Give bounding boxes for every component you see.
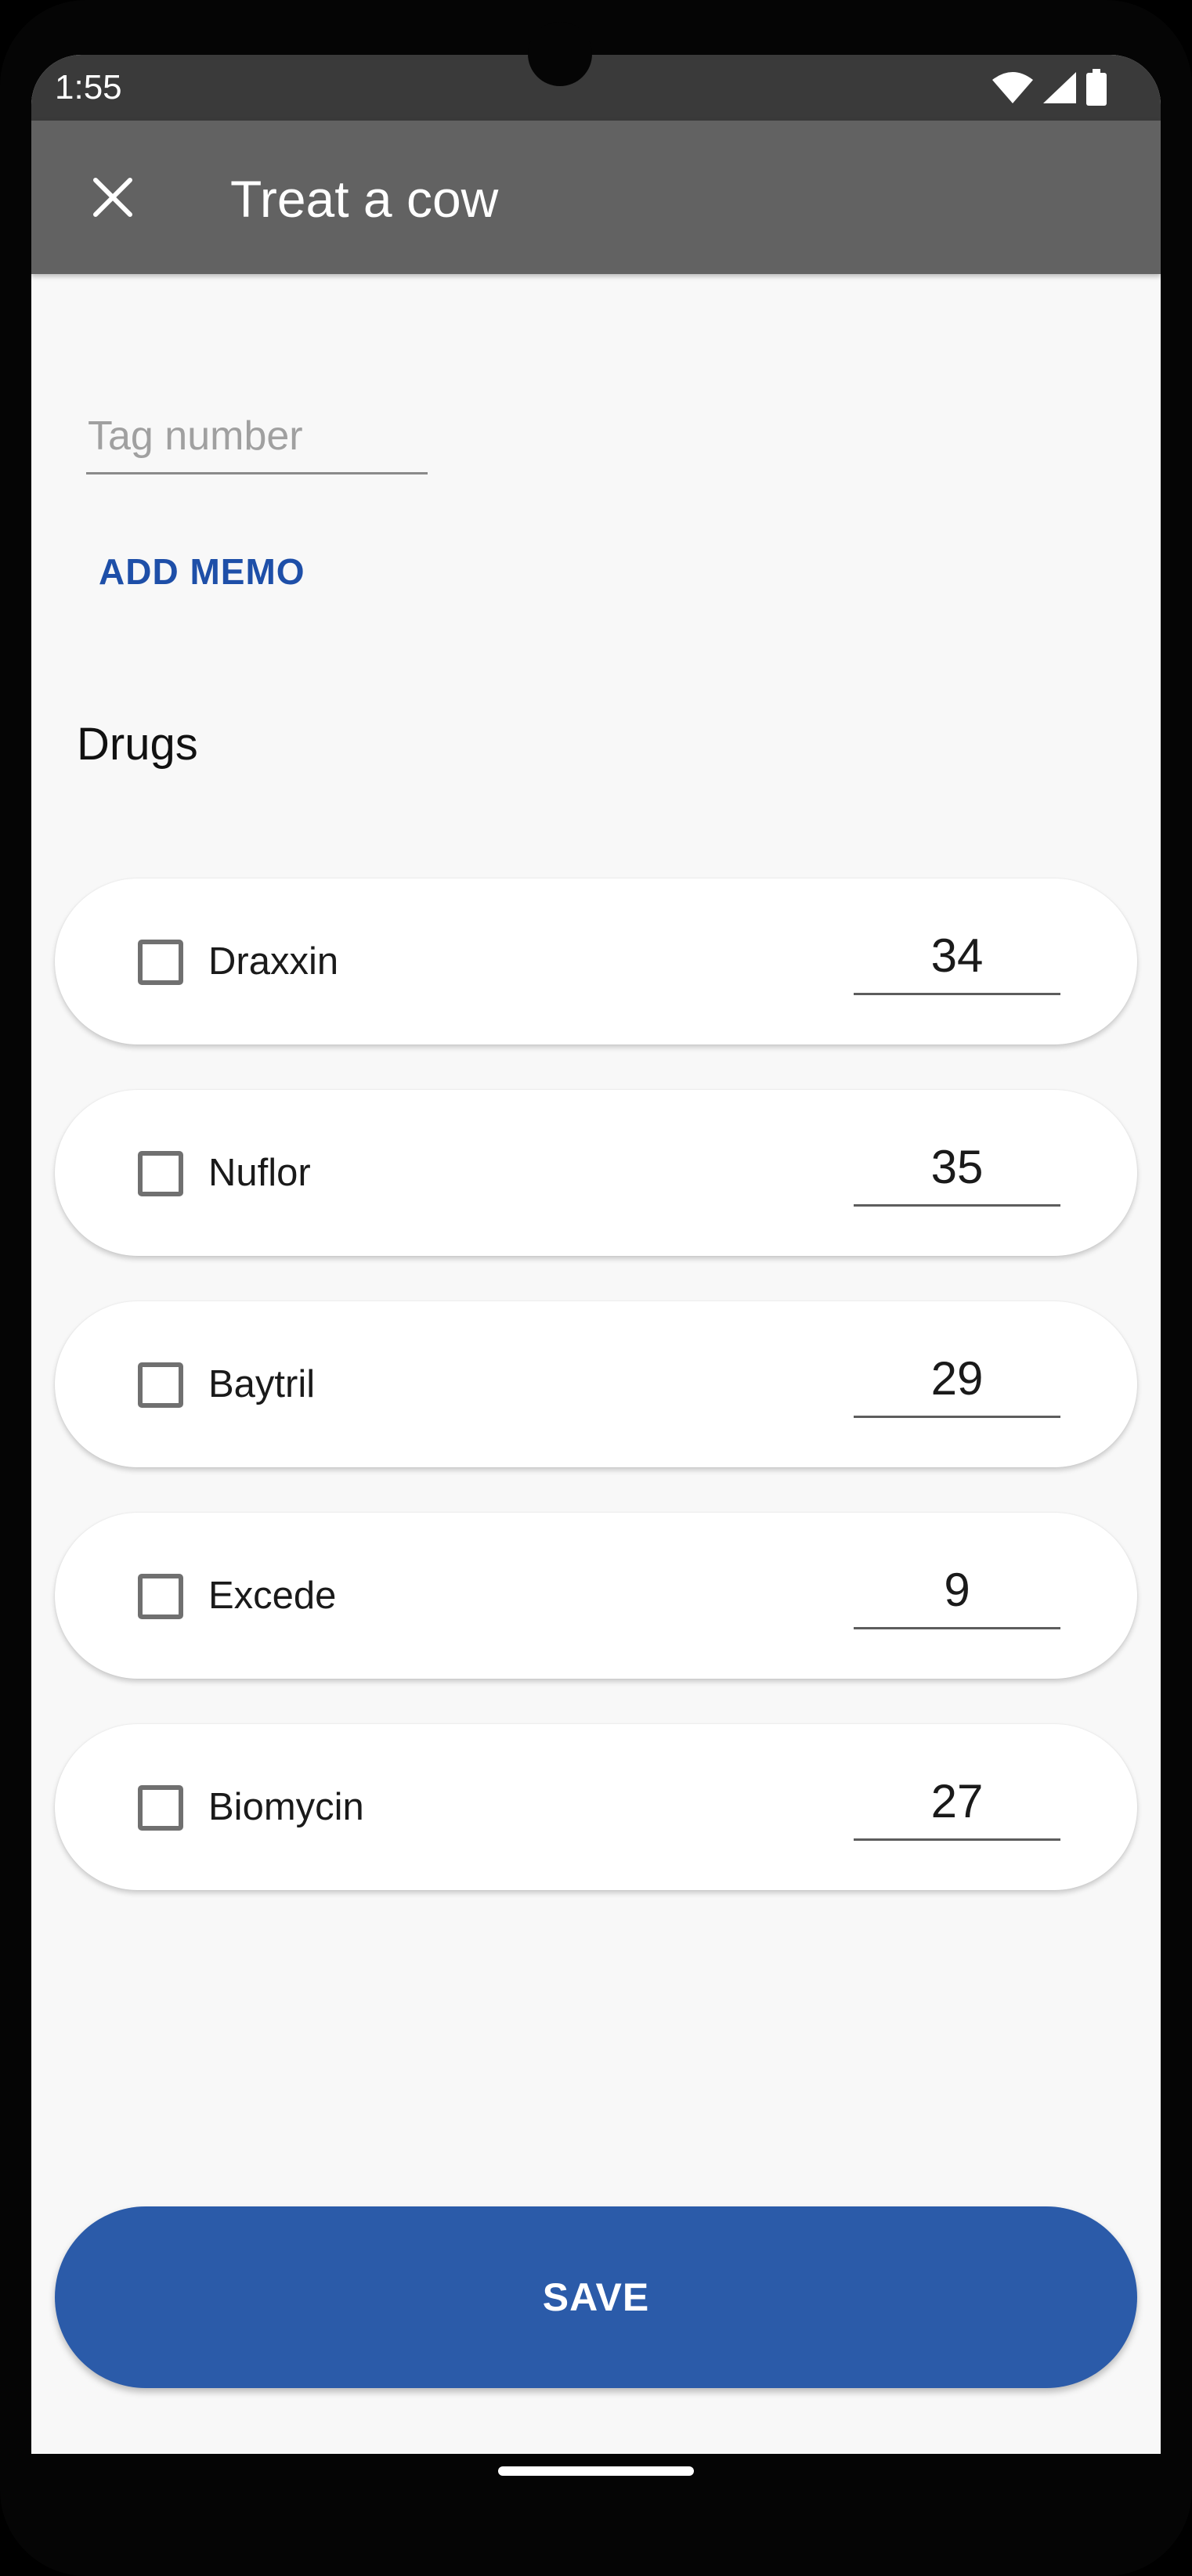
tag-number-input[interactable] [86,399,428,474]
app-bar: Treat a cow [31,121,1161,274]
add-memo-button[interactable]: ADD MEMO [99,550,305,593]
home-indicator[interactable] [498,2466,694,2476]
drugs-section-title: Drugs [77,719,198,770]
drug-name: Excede [208,1575,337,1617]
status-time: 1:55 [55,68,122,106]
drug-checkbox[interactable] [138,1362,183,1408]
close-icon [93,178,132,217]
battery-icon [1086,69,1107,106]
drug-quantity-input[interactable]: 29 [854,1344,1060,1418]
front-camera [528,22,592,86]
drug-row-baytril: Baytril 29 [55,1301,1137,1467]
drug-quantity-input[interactable]: 9 [854,1555,1060,1629]
drug-checkbox[interactable] [138,1785,183,1831]
signal-icon [1043,72,1076,103]
close-button[interactable] [75,160,150,235]
drug-name: Biomycin [208,1786,364,1828]
navigation-bar [31,2454,1161,2499]
drug-checkbox[interactable] [138,940,183,985]
phone-frame: 1:55 Treat a cow Tag number ADD MEMO Dru… [0,0,1192,2576]
save-button[interactable]: SAVE [55,2206,1137,2388]
drug-checkbox[interactable] [138,1151,183,1196]
drug-checkbox[interactable] [138,1574,183,1619]
drug-quantity-input[interactable]: 34 [854,921,1060,995]
app-screen: 1:55 Treat a cow Tag number ADD MEMO Dru… [31,55,1161,2499]
drug-row-biomycin: Biomycin 27 [55,1724,1137,1890]
status-icons [992,67,1107,108]
drug-row-nuflor: Nuflor 35 [55,1090,1137,1256]
drug-quantity-input[interactable]: 35 [854,1132,1060,1207]
drug-name: Nuflor [208,1152,311,1194]
page-title: Treat a cow [230,170,499,228]
wifi-icon [992,72,1033,103]
status-bar: 1:55 [31,55,1161,121]
drug-row-excede: Excede 9 [55,1513,1137,1679]
save-button-label: SAVE [542,2275,650,2319]
drug-name: Baytril [208,1363,316,1405]
drug-row-draxxin: Draxxin 34 [55,879,1137,1044]
drug-name: Draxxin [208,940,339,983]
drug-quantity-input[interactable]: 27 [854,1766,1060,1841]
